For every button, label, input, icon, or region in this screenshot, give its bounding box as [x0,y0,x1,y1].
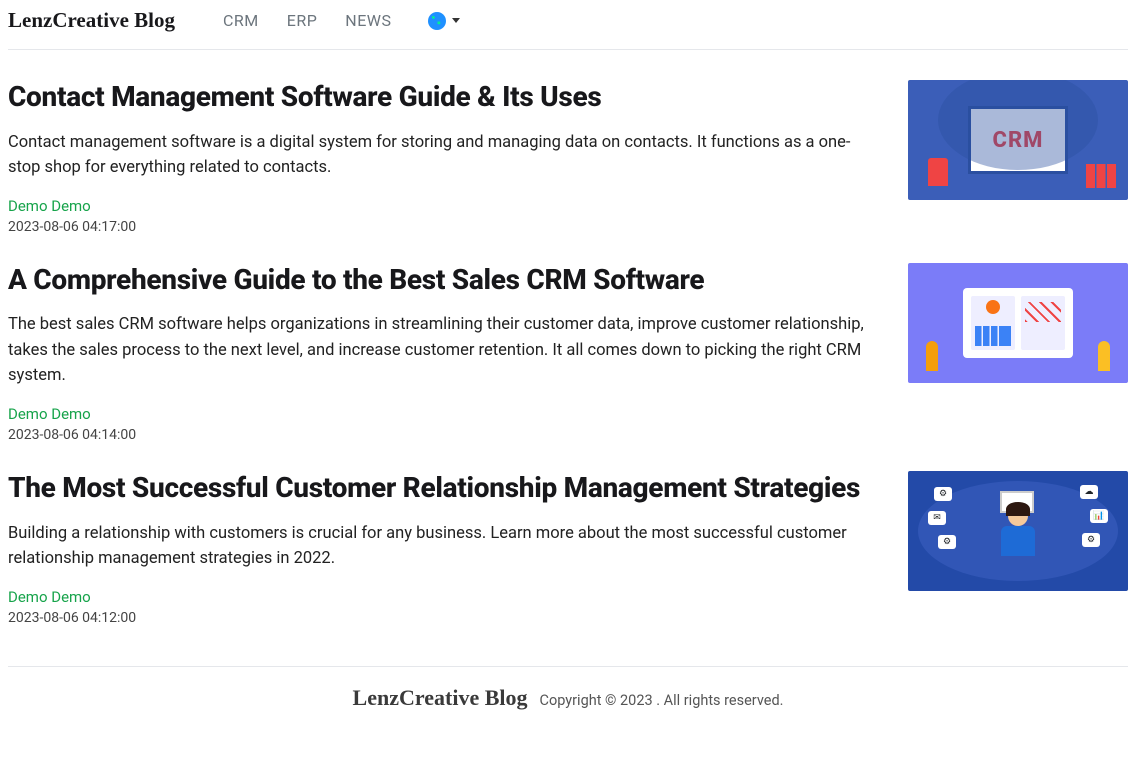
post-title[interactable]: A Comprehensive Guide to the Best Sales … [8,263,876,297]
post-excerpt: Building a relationship with customers i… [8,521,876,572]
post-date: 2023-08-06 04:17:00 [8,219,876,235]
footer-divider [8,666,1128,667]
language-dropdown[interactable] [428,12,460,30]
nav-link-news[interactable]: NEWS [345,11,391,30]
post-item: Contact Management Software Guide & Its … [8,80,1128,235]
nav-link-crm[interactable]: CRM [223,11,259,30]
brand-link[interactable]: LenzCreative Blog [8,8,175,33]
post-author-link[interactable]: Demo Demo [8,588,876,606]
post-body: A Comprehensive Guide to the Best Sales … [8,263,876,443]
post-item: A Comprehensive Guide to the Best Sales … [8,263,1128,443]
post-date: 2023-08-06 04:12:00 [8,610,876,626]
post-body: Contact Management Software Guide & Its … [8,80,876,235]
post-body: The Most Successful Customer Relationshi… [8,471,876,626]
post-item: The Most Successful Customer Relationshi… [8,471,1128,626]
post-title[interactable]: The Most Successful Customer Relationshi… [8,471,876,505]
header-divider [8,49,1128,50]
post-thumbnail[interactable]: CRM [908,80,1128,200]
post-date: 2023-08-06 04:14:00 [8,427,876,443]
post-list: Contact Management Software Guide & Its … [0,80,1136,626]
post-excerpt: The best sales CRM software helps organi… [8,312,876,389]
post-author-link[interactable]: Demo Demo [8,405,876,423]
footer-brand: LenzCreative Blog [353,685,528,711]
nav-link-erp[interactable]: ERP [287,11,318,30]
post-thumbnail[interactable] [908,263,1128,383]
post-excerpt: Contact management software is a digital… [8,130,876,181]
footer-copyright: Copyright © 2023 . All rights reserved. [540,692,784,709]
post-title[interactable]: Contact Management Software Guide & Its … [8,80,876,114]
post-thumbnail[interactable]: ⚙✉⚙ ☁📊⚙ [908,471,1128,591]
globe-icon [428,12,446,30]
footer: LenzCreative Blog Copyright © 2023 . All… [0,685,1136,735]
chevron-down-icon [452,18,460,23]
navbar: LenzCreative Blog CRM ERP NEWS [0,0,1136,49]
post-author-link[interactable]: Demo Demo [8,197,876,215]
